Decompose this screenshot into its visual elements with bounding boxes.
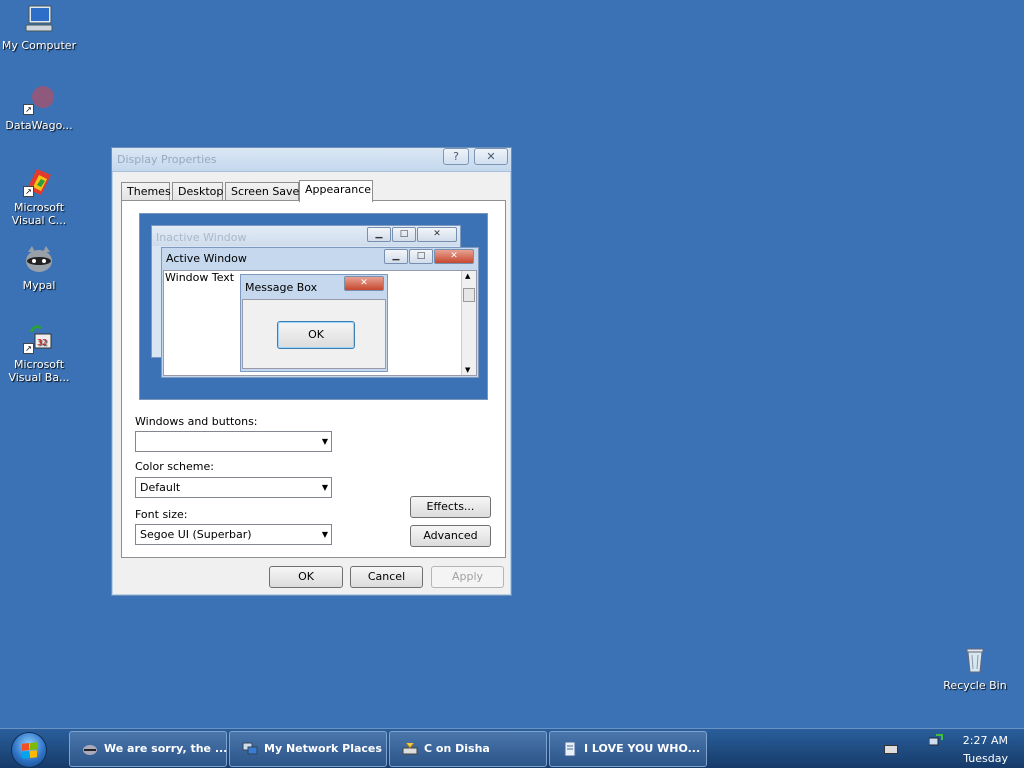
svg-text:32: 32 (37, 338, 47, 347)
desktop-icon-label: Mypal (22, 279, 56, 292)
desktop-icon-label: Microsoft Visual Ba... (8, 358, 70, 384)
dialog-title-bar[interactable]: Display Properties ? ✕ (112, 148, 511, 172)
visual-basic-icon: 32 ↗ (23, 322, 55, 354)
desktop-icon-label: Microsoft Visual C... (11, 201, 67, 227)
color-scheme-select[interactable]: Default ▼ (135, 477, 332, 498)
scroll-down-icon: ▼ (465, 366, 471, 374)
chevron-down-icon: ▼ (321, 530, 328, 539)
tab-screen-saver[interactable]: Screen Saver (225, 182, 304, 201)
preview-ok-button: OK (277, 321, 355, 349)
display-properties-dialog: Display Properties ? ✕ Themes Desktop Sc… (111, 147, 512, 596)
clock-time: 2:27 AM (962, 734, 1008, 747)
recycle-bin-icon (959, 643, 991, 675)
taskbar-button-mypal[interactable]: We are sorry, the ... (69, 731, 227, 767)
maximize-icon: □ (409, 249, 433, 264)
tab-appearance[interactable]: Appearance (299, 180, 373, 202)
preview-active-caption: Active Window (166, 252, 247, 265)
clock-day: Tuesday (963, 752, 1008, 765)
start-button[interactable] (11, 732, 47, 768)
effects-button[interactable]: Effects... (410, 496, 491, 518)
preview-inactive-caption: Inactive Window (156, 231, 247, 244)
document-icon (564, 742, 576, 756)
drive-icon (402, 742, 418, 755)
desktop-icon-microsoft-visual-c[interactable]: ↗ Microsoft Visual C... (0, 165, 81, 227)
shortcut-arrow-icon: ↗ (23, 343, 34, 354)
desktop-icon-microsoft-visual-ba[interactable]: 32 ↗ Microsoft Visual Ba... (0, 322, 81, 384)
dialog-title: Display Properties (117, 153, 217, 166)
chevron-down-icon: ▼ (321, 437, 328, 446)
desktop-icon-recycle-bin[interactable]: Recycle Bin (933, 643, 1017, 692)
windows-logo-icon (22, 742, 37, 759)
taskbar-button-label: My Network Places (264, 742, 382, 755)
advanced-button[interactable]: Advanced (410, 525, 491, 547)
taskbar-button-i-love-you[interactable]: I LOVE YOU WHO... (549, 731, 707, 767)
color-scheme-label: Color scheme: (135, 460, 214, 473)
my-computer-icon (23, 3, 55, 35)
system-clock[interactable]: 2:27 AM Tuesday (963, 732, 1008, 768)
desktop-icon-mypal[interactable]: Mypal (0, 243, 81, 292)
appearance-panel: Inactive Window ▁ □ ✕ Active Window ▁ □ … (121, 200, 506, 558)
desktop-icon-label: DataWago... (5, 119, 73, 132)
taskbar-button-network-places[interactable]: My Network Places (229, 731, 387, 767)
tab-themes[interactable]: Themes (121, 182, 171, 201)
taskbar-button-label: I LOVE YOU WHO... (584, 742, 701, 755)
desktop-icon-label: My Computer (1, 39, 77, 52)
tab-desktop[interactable]: Desktop (172, 182, 223, 201)
shortcut-arrow-icon: ↗ (23, 186, 34, 197)
taskbar-button-c-on-disha[interactable]: C on Disha (389, 731, 547, 767)
minimize-icon: ▁ (384, 249, 408, 264)
network-places-icon (242, 742, 258, 755)
font-size-label: Font size: (135, 508, 188, 521)
chevron-down-icon: ▼ (321, 483, 328, 492)
taskbar-button-label: We are sorry, the ... (104, 742, 227, 755)
color-scheme-value: Default (140, 481, 181, 494)
appearance-preview: Inactive Window ▁ □ ✕ Active Window ▁ □ … (139, 213, 488, 400)
ok-button[interactable]: OK (269, 566, 343, 588)
help-button[interactable]: ? (443, 148, 469, 165)
maximize-icon: □ (392, 227, 416, 242)
close-icon: ✕ (417, 227, 457, 242)
raccoon-icon (83, 745, 97, 755)
desktop-icon-label: Recycle Bin (943, 679, 1007, 692)
preview-scrollbar: ▲ ▼ (461, 271, 476, 375)
keyboard-icon[interactable] (884, 745, 898, 754)
scroll-up-icon: ▲ (465, 272, 471, 280)
preview-message-box: Message Box ✕ OK (240, 274, 388, 372)
close-icon: ✕ (344, 276, 384, 291)
shortcut-arrow-icon: ↗ (23, 104, 34, 115)
close-button[interactable]: ✕ (474, 148, 508, 165)
visual-c-icon: ↗ (23, 165, 55, 197)
network-tray-icon[interactable] (928, 734, 943, 746)
raccoon-icon (23, 243, 55, 275)
font-size-select[interactable]: Segoe UI (Superbar) ▼ (135, 524, 332, 545)
desktop-icon-my-computer[interactable]: My Computer (0, 3, 81, 52)
windows-buttons-select[interactable]: ▼ (135, 431, 332, 452)
cancel-button[interactable]: Cancel (350, 566, 423, 588)
taskbar-button-label: C on Disha (424, 742, 490, 755)
datawagon-icon: ↗ (23, 83, 55, 115)
apply-button[interactable]: Apply (431, 566, 504, 588)
desktop-icon-datawagon[interactable]: ↗ DataWago... (0, 83, 81, 132)
windows-buttons-label: Windows and buttons: (135, 415, 258, 428)
preview-message-caption: Message Box (245, 281, 318, 294)
font-size-value: Segoe UI (Superbar) (140, 528, 252, 541)
taskbar: We are sorry, the ... My Network Places … (0, 728, 1024, 768)
preview-window-text: Window Text (165, 271, 235, 284)
minimize-icon: ▁ (367, 227, 391, 242)
close-icon: ✕ (434, 249, 474, 264)
